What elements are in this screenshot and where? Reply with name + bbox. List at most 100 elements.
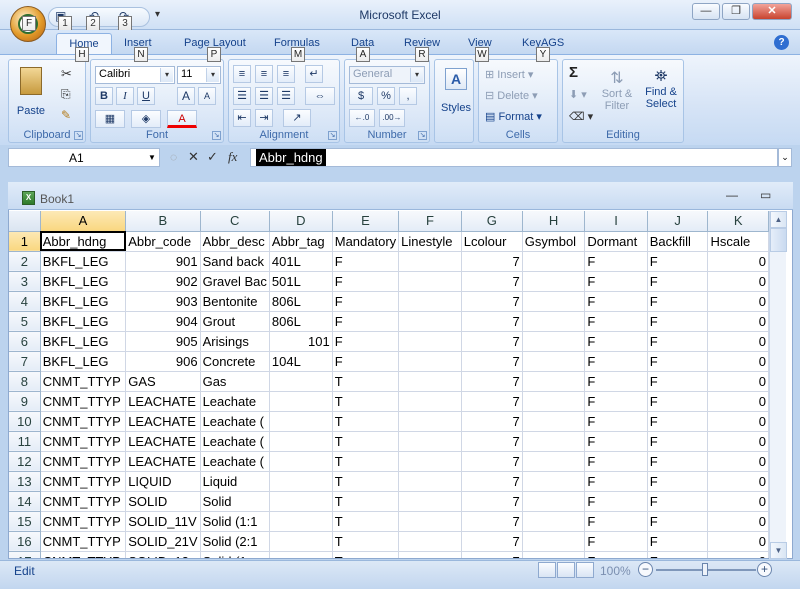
cell-c11[interactable]: Leachate ( — [200, 431, 270, 452]
cell-k4[interactable]: 0 — [707, 291, 769, 312]
column-header-c[interactable]: C — [200, 211, 270, 232]
cell-j6[interactable]: F — [647, 331, 709, 352]
cell-j5[interactable]: F — [647, 311, 709, 332]
cell-c4[interactable]: Bentonite — [200, 291, 270, 312]
increase-decimal-button[interactable]: ←.0 — [349, 109, 375, 127]
cell-e17[interactable]: T — [332, 551, 400, 558]
row-header[interactable]: 11 — [9, 431, 41, 452]
cell-h10[interactable] — [522, 411, 586, 432]
align-bottom-icon[interactable]: ≡ — [277, 65, 295, 83]
cell-c7[interactable]: Concrete — [200, 351, 270, 372]
cell-b5[interactable]: 904 — [125, 311, 201, 332]
cell-c16[interactable]: Solid (2:1 — [200, 531, 270, 552]
cell-h4[interactable] — [522, 291, 586, 312]
orientation-icon[interactable]: ↗ — [283, 109, 311, 127]
cut-icon[interactable]: ✂ — [61, 66, 72, 82]
cell-c6[interactable]: Arisings — [200, 331, 270, 352]
cell-d12[interactable] — [269, 451, 333, 472]
clipboard-launcher-icon[interactable]: ↘ — [74, 131, 83, 140]
row-header[interactable]: 9 — [9, 391, 41, 412]
cell-g7[interactable]: 7 — [461, 351, 523, 372]
cell-a14[interactable]: CNMT_TTYP — [40, 491, 127, 512]
cell-g4[interactable]: 7 — [461, 291, 523, 312]
cell-a6[interactable]: BKFL_LEG — [40, 331, 127, 352]
enter-icon[interactable]: ✓ — [207, 149, 218, 165]
cell-f11[interactable] — [398, 431, 462, 452]
cell-g15[interactable]: 7 — [461, 511, 523, 532]
cell-i10[interactable]: F — [584, 411, 648, 432]
cell-d5[interactable]: 806L — [269, 311, 333, 332]
restore-button[interactable]: ❐ — [722, 3, 750, 20]
cell-j8[interactable]: F — [647, 371, 709, 392]
accounting-format-icon[interactable]: $ — [349, 87, 373, 105]
paste-button[interactable]: Paste — [13, 64, 47, 122]
cell-k13[interactable]: 0 — [707, 471, 769, 492]
cell-g12[interactable]: 7 — [461, 451, 523, 472]
cell-g8[interactable]: 7 — [461, 371, 523, 392]
cell-e7[interactable]: F — [332, 351, 400, 372]
cell-i17[interactable]: F — [584, 551, 648, 558]
cell-b2[interactable]: 901 — [125, 251, 201, 272]
cell-e16[interactable]: T — [332, 531, 400, 552]
cell-g6[interactable]: 7 — [461, 331, 523, 352]
cell-g2[interactable]: 7 — [461, 251, 523, 272]
cell-c14[interactable]: Solid — [200, 491, 270, 512]
cell-e2[interactable]: F — [332, 251, 400, 272]
normal-view-icon[interactable] — [538, 562, 556, 578]
cell-b7[interactable]: 906 — [125, 351, 201, 372]
row-header[interactable]: 17 — [9, 551, 41, 558]
cell-g11[interactable]: 7 — [461, 431, 523, 452]
cell-e14[interactable]: T — [332, 491, 400, 512]
cell-b13[interactable]: LIQUID — [125, 471, 201, 492]
cell-f8[interactable] — [398, 371, 462, 392]
cell-h5[interactable] — [522, 311, 586, 332]
cell-b12[interactable]: LEACHATE — [125, 451, 201, 472]
cell-a1[interactable]: Abbr_hdng — [40, 231, 127, 252]
cell-d16[interactable] — [269, 531, 333, 552]
formula-content[interactable]: Abbr_hdng — [256, 149, 326, 166]
column-header-g[interactable]: G — [461, 211, 523, 232]
cell-e8[interactable]: T — [332, 371, 400, 392]
cell-e6[interactable]: F — [332, 331, 400, 352]
cell-c1[interactable]: Abbr_desc — [200, 231, 270, 252]
grow-font-button[interactable]: A — [177, 87, 195, 105]
page-layout-view-icon[interactable] — [557, 562, 575, 578]
cell-a4[interactable]: BKFL_LEG — [40, 291, 127, 312]
cell-e5[interactable]: F — [332, 311, 400, 332]
cell-k6[interactable]: 0 — [707, 331, 769, 352]
percent-button[interactable]: % — [377, 87, 395, 105]
cell-b1[interactable]: Abbr_code — [125, 231, 201, 252]
cell-b14[interactable]: SOLID — [125, 491, 201, 512]
find-select-button[interactable]: ⛯ Find & Select — [639, 68, 683, 110]
cell-d6[interactable]: 101 — [269, 331, 333, 352]
cell-k8[interactable]: 0 — [707, 371, 769, 392]
cell-h11[interactable] — [522, 431, 586, 452]
cell-h15[interactable] — [522, 511, 586, 532]
zoom-out-button[interactable]: − — [638, 562, 653, 577]
cell-k1[interactable]: Hscale — [707, 231, 769, 252]
cell-j12[interactable]: F — [647, 451, 709, 472]
comma-button[interactable]: , — [399, 87, 417, 105]
vertical-scrollbar[interactable]: ▲ ▼ — [769, 211, 787, 559]
cell-f17[interactable] — [398, 551, 462, 558]
italic-button[interactable]: I — [116, 87, 134, 105]
cell-a9[interactable]: CNMT_TTYP — [40, 391, 127, 412]
cell-b11[interactable]: LEACHATE — [125, 431, 201, 452]
cell-b3[interactable]: 902 — [125, 271, 201, 292]
cell-g3[interactable]: 7 — [461, 271, 523, 292]
scroll-down-icon[interactable]: ▼ — [770, 542, 787, 559]
cell-c8[interactable]: Gas — [200, 371, 270, 392]
format-painter-icon[interactable]: ✎ — [61, 108, 71, 122]
cell-g5[interactable]: 7 — [461, 311, 523, 332]
row-header[interactable]: 8 — [9, 371, 41, 392]
align-center-icon[interactable]: ☰ — [255, 87, 273, 105]
row-header[interactable]: 10 — [9, 411, 41, 432]
cell-i3[interactable]: F — [584, 271, 648, 292]
help-icon[interactable]: ? — [774, 35, 789, 50]
cell-f13[interactable] — [398, 471, 462, 492]
minimize-button[interactable]: — — [692, 3, 720, 20]
cell-f2[interactable] — [398, 251, 462, 272]
cell-h17[interactable] — [522, 551, 586, 558]
cell-g13[interactable]: 7 — [461, 471, 523, 492]
cell-j15[interactable]: F — [647, 511, 709, 532]
